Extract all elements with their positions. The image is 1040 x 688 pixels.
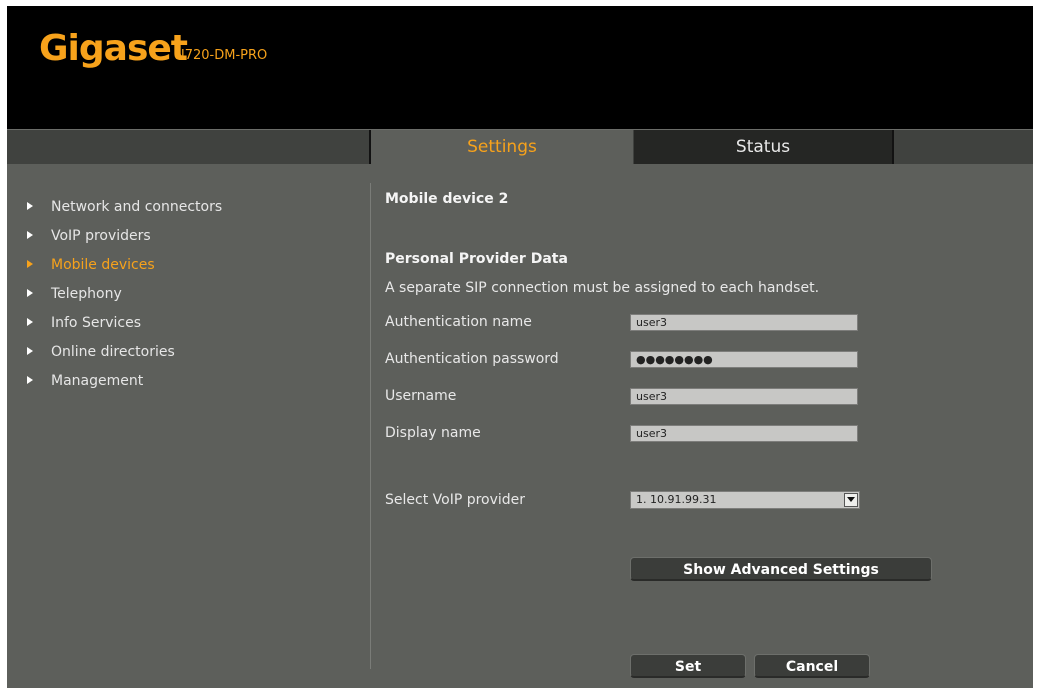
sidebar-item-label: Online directories xyxy=(51,344,175,360)
brand-logo: Gigaset xyxy=(39,28,188,69)
show-advanced-settings-button[interactable]: Show Advanced Settings xyxy=(630,557,932,581)
display-name-label: Display name xyxy=(385,425,481,441)
triangle-right-icon xyxy=(27,202,33,210)
sidebar-item-info-services[interactable]: Info Services xyxy=(27,313,141,333)
sidebar-item-voip-providers[interactable]: VoIP providers xyxy=(27,226,151,246)
username-label: Username xyxy=(385,388,457,404)
triangle-right-icon xyxy=(27,376,33,384)
cancel-button[interactable]: Cancel xyxy=(754,654,870,678)
auth-name-label: Authentication name xyxy=(385,314,532,330)
auth-name-input[interactable]: user3 xyxy=(630,314,858,331)
page-title: Mobile device 2 xyxy=(385,191,509,207)
sidebar-item-network-and-connectors[interactable]: Network and connectors xyxy=(27,197,222,217)
triangle-right-icon xyxy=(27,260,33,268)
tab-settings[interactable]: Settings xyxy=(371,130,633,164)
vertical-divider xyxy=(370,183,371,669)
info-note: A separate SIP connection must be assign… xyxy=(385,280,820,296)
set-button[interactable]: Set xyxy=(630,654,746,678)
sidebar-item-label: Network and connectors xyxy=(51,199,223,215)
chevron-down-icon[interactable] xyxy=(844,493,858,507)
voip-provider-select[interactable]: 1. 10.91.99.31 xyxy=(630,491,860,509)
sidebar-item-mobile-devices[interactable]: Mobile devices xyxy=(27,255,155,275)
triangle-right-icon xyxy=(27,231,33,239)
section-title: Personal Provider Data xyxy=(385,251,568,267)
tab-spacer-left xyxy=(7,130,371,164)
page-frame: Gigaset N720-DM-PRO Settings Status Netw… xyxy=(7,6,1033,688)
sidebar-item-label: Management xyxy=(51,373,144,389)
sidebar-item-online-directories[interactable]: Online directories xyxy=(27,342,175,362)
main-content: Mobile device 2 Personal Provider Data A… xyxy=(385,163,1025,688)
sidebar-item-label: Info Services xyxy=(51,315,141,331)
auth-password-input[interactable]: ●●●●●●●● xyxy=(630,351,858,368)
auth-password-label: Authentication password xyxy=(385,351,559,367)
sidebar-item-telephony[interactable]: Telephony xyxy=(27,284,122,304)
sidebar-item-management[interactable]: Management xyxy=(27,371,143,391)
triangle-right-icon xyxy=(27,318,33,326)
display-name-input[interactable]: user3 xyxy=(630,425,858,442)
sidebar-item-label: Mobile devices xyxy=(51,257,155,273)
tab-status[interactable]: Status xyxy=(634,130,894,164)
header: Gigaset N720-DM-PRO xyxy=(7,6,1033,129)
voip-provider-selected-value: 1. 10.91.99.31 xyxy=(636,493,717,506)
tab-bar: Settings Status xyxy=(7,129,1033,164)
voip-provider-label: Select VoIP provider xyxy=(385,492,526,508)
triangle-right-icon xyxy=(27,347,33,355)
sidebar: Network and connectors VoIP providers Mo… xyxy=(7,163,370,688)
triangle-right-icon xyxy=(27,289,33,297)
username-input[interactable]: user3 xyxy=(630,388,858,405)
model-name: N720-DM-PRO xyxy=(175,48,268,63)
sidebar-item-label: Telephony xyxy=(51,286,122,302)
sidebar-item-label: VoIP providers xyxy=(51,228,151,244)
